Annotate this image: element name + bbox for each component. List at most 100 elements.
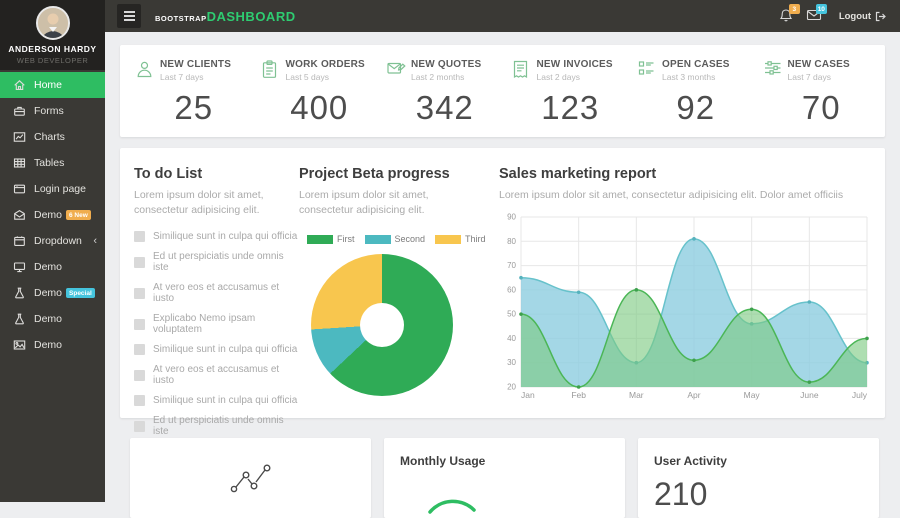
todo-item: Ed ut perspiciatis unde omnis iste: [134, 251, 299, 273]
stat-open-cases: OPEN CASESLast 3 months92: [628, 59, 754, 137]
svg-text:Jan: Jan: [521, 390, 535, 400]
stat-work-orders: WORK ORDERSLast 5 days400: [252, 59, 378, 137]
stat-new-cases: NEW CASES Last 7 days 70: [754, 59, 880, 137]
sign-out-icon: [875, 11, 886, 22]
user-icon: [136, 60, 154, 80]
legend-swatch: [307, 235, 333, 244]
sidebar-item-charts[interactable]: Charts: [0, 124, 105, 150]
sidebar-item-label: Charts: [34, 131, 65, 143]
stat-period: Last 7 days: [788, 72, 850, 82]
sidebar-item-demo[interactable]: Demo6 New: [0, 202, 105, 228]
notifications-bell-button[interactable]: 3: [779, 8, 797, 24]
sales-report-subtitle: Lorem ipsum dolor sit amet, consectetur …: [499, 188, 871, 203]
todo-item-label: Similique sunt in culpa qui officia: [153, 231, 297, 242]
bottom-cards-row: Monthly Usage User Activity 210: [130, 438, 879, 518]
sidebar-item-home[interactable]: Home: [0, 72, 105, 98]
sales-report-title: Sales marketing report: [499, 166, 871, 182]
donut-hole: [360, 303, 404, 347]
todo-checkbox[interactable]: [134, 319, 145, 330]
top-navbar: BOOTSTRAPDASHBOARD 3 10 Logout: [105, 0, 900, 32]
stat-period: Last 7 days: [160, 72, 231, 82]
sidebar-item-login-page[interactable]: Login page: [0, 176, 105, 202]
todo-checkbox[interactable]: [134, 395, 145, 406]
stat-label: NEW CASES: [788, 59, 850, 70]
todo-item: Ed ut perspiciatis unde omnis iste: [134, 415, 299, 437]
stat-value: 342: [387, 89, 503, 127]
stat-label: NEW CLIENTS: [160, 59, 231, 70]
messages-badge: 10: [816, 4, 827, 14]
table-icon: [13, 157, 27, 169]
sidebar-item-tables[interactable]: Tables: [0, 150, 105, 176]
stat-label: OPEN CASES: [662, 59, 730, 70]
svg-text:70: 70: [507, 261, 516, 270]
svg-text:30: 30: [507, 358, 516, 367]
todo-subtitle: Lorem ipsum dolor sit amet, consectetur …: [134, 188, 299, 218]
svg-text:May: May: [744, 390, 761, 400]
todo-item-label: Ed ut perspiciatis unde omnis iste: [153, 415, 299, 437]
browser-icon: [13, 183, 27, 195]
todo-item-label: Ed ut perspiciatis unde omnis iste: [153, 251, 299, 273]
logout-button[interactable]: Logout: [839, 11, 886, 22]
stat-new-clients: NEW CLIENTSLast 7 days25: [126, 59, 252, 137]
sidebar-item-label: Demo: [34, 313, 62, 325]
stat-value: 70: [764, 89, 880, 127]
stat-period: Last 2 days: [537, 72, 613, 82]
profile-role: WEB DEVELOPER: [0, 56, 105, 65]
legend-label: First: [337, 234, 355, 244]
graph-card: [130, 438, 371, 518]
sidebar-item-demo[interactable]: DemoSpecial: [0, 280, 105, 306]
legend-label: Third: [465, 234, 486, 244]
chart-image-icon: [13, 131, 27, 143]
sidebar-item-demo[interactable]: Demo: [0, 306, 105, 332]
todo-item: Similique sunt in culpa qui officia: [134, 395, 299, 406]
todo-checkbox[interactable]: [134, 257, 145, 268]
stat-label: NEW QUOTES: [411, 59, 481, 70]
user-activity-value: 210: [654, 476, 863, 513]
menu-toggle-button[interactable]: [117, 4, 141, 28]
todo-item-label: Explicabo Nemo ipsam voluptatem: [153, 313, 299, 335]
sidebar: ANDERSON HARDY WEB DEVELOPER HomeFormsCh…: [0, 0, 105, 502]
svg-text:June: June: [800, 390, 819, 400]
brand-logo[interactable]: BOOTSTRAPDASHBOARD: [155, 9, 296, 24]
logout-label: Logout: [839, 11, 871, 22]
svg-text:60: 60: [507, 286, 516, 295]
svg-text:Mar: Mar: [629, 390, 644, 400]
sidebar-menu: Home Forms Charts Tables Login page Demo6 New…: [0, 72, 105, 358]
todo-checkbox[interactable]: [134, 288, 145, 299]
sidebar-item-label: Demo: [34, 261, 62, 273]
line-graph-icon: [230, 460, 272, 496]
sidebar-item-label: Login page: [34, 183, 86, 195]
legend-item-third: Third: [435, 234, 490, 244]
legend-swatch: [365, 235, 391, 244]
svg-text:Apr: Apr: [687, 390, 700, 400]
todo-section: To do List Lorem ipsum dolor sit amet, c…: [134, 166, 299, 418]
sidebar-item-demo[interactable]: Demo: [0, 254, 105, 280]
stat-period: Last 3 months: [662, 72, 730, 82]
user-activity-card: User Activity 210: [638, 438, 879, 518]
todo-item-label: At vero eos et accusamus et iusto: [153, 282, 299, 304]
brand-prefix: BOOTSTRAP: [155, 14, 207, 23]
clipboard-icon: [262, 60, 280, 80]
sidebar-item-label: Demo: [34, 209, 62, 221]
sidebar-item-forms[interactable]: Forms: [0, 98, 105, 124]
sidebar-item-badge: Special: [66, 288, 95, 298]
project-progress-section: Project Beta progress Lorem ipsum dolor …: [299, 166, 485, 418]
donut-chart: [311, 254, 453, 396]
dashboard-panel: To do List Lorem ipsum dolor sit amet, c…: [120, 148, 885, 418]
messages-button[interactable]: 10: [806, 8, 824, 24]
svg-text:50: 50: [507, 310, 516, 319]
compose-icon: [387, 60, 405, 80]
todo-checkbox[interactable]: [134, 370, 145, 381]
svg-text:40: 40: [507, 334, 516, 343]
avatar[interactable]: [36, 6, 70, 40]
sidebar-item-label: Dropdown: [34, 235, 82, 247]
legend-label: Second: [395, 234, 426, 244]
todo-checkbox[interactable]: [134, 231, 145, 242]
project-progress-title: Project Beta progress: [299, 166, 475, 182]
todo-checkbox[interactable]: [134, 344, 145, 355]
sidebar-item-dropdown[interactable]: Dropdown‹: [0, 228, 105, 254]
sidebar-item-demo[interactable]: Demo: [0, 332, 105, 358]
sidebar-item-label: Home: [34, 79, 62, 91]
todo-checkbox[interactable]: [134, 421, 145, 432]
todo-title: To do List: [134, 166, 299, 182]
